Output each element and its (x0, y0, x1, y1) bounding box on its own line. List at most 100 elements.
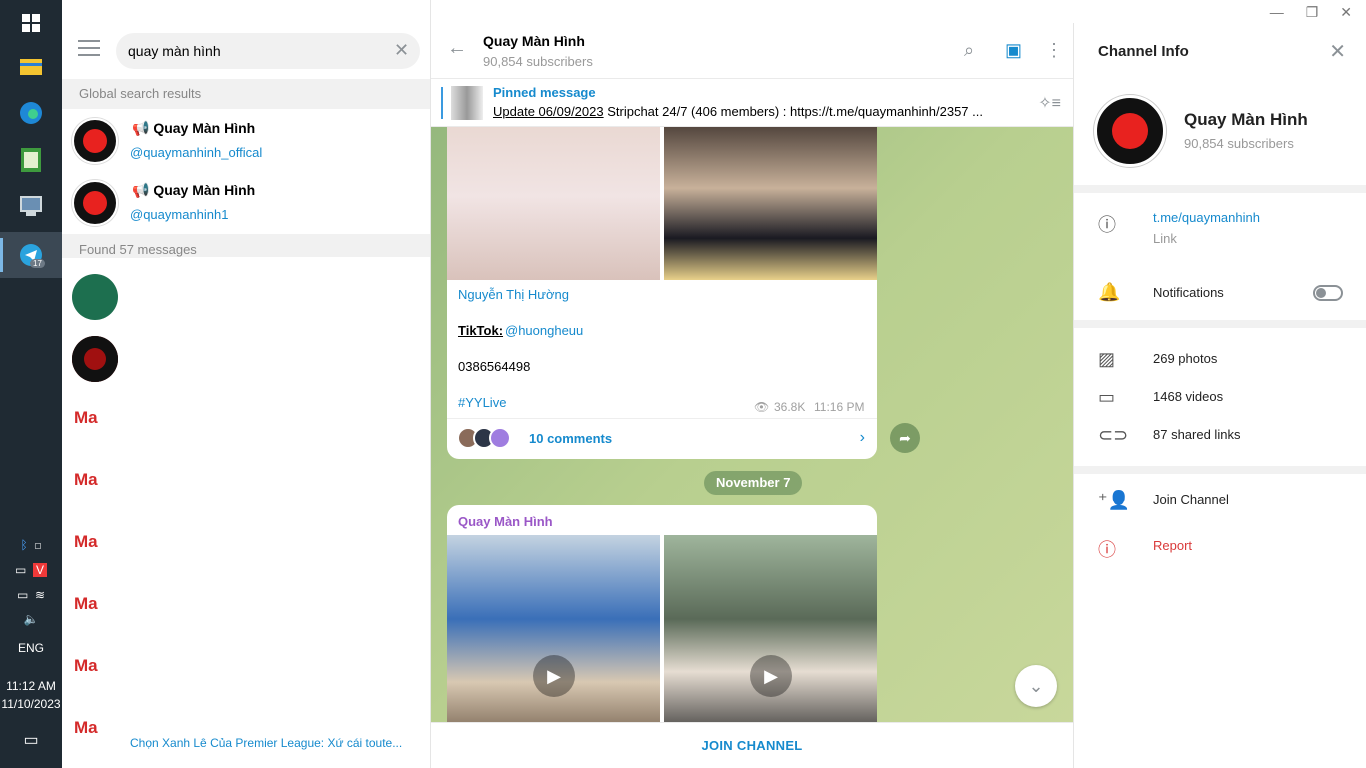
search-input[interactable] (116, 33, 420, 69)
result-name: 📢 Quay Màn Hình (132, 182, 256, 198)
pinned-indicator (441, 87, 443, 119)
channel-post: Quay Màn Hình ▶ ▶ (447, 505, 877, 745)
close-icon[interactable]: ✕ (1329, 39, 1346, 64)
battery-icon[interactable]: ▭ (17, 588, 28, 602)
photo-app-icon[interactable] (0, 183, 62, 229)
info-icon: ⓘ (1098, 215, 1116, 235)
volume-icon[interactable]: 🔈 (0, 612, 62, 626)
tablet-icon[interactable]: ▢ (34, 538, 41, 552)
redaction-overlay (160, 257, 430, 735)
restore-icon[interactable]: ❐ (1306, 4, 1319, 21)
pinned-rest-text: Stripchat 24/7 (406 members) : https://t… (603, 104, 983, 119)
share-icon[interactable]: ➦ (890, 423, 920, 453)
join-channel-button[interactable]: JOIN CHANNEL (431, 722, 1073, 768)
scroll-down-icon[interactable]: ⌄ (1015, 665, 1057, 707)
pinned-message-bar[interactable]: Pinned message Update 06/09/2023 Stripch… (431, 79, 1073, 127)
window-controls: — ❐ ✕ (1270, 4, 1352, 21)
telegram-taskbar-icon[interactable]: 17 (0, 232, 62, 278)
chat-header: ← Quay Màn Hình 90,854 subscribers ⌕ ▣ ⋮ (431, 23, 1073, 79)
hamburger-menu-icon[interactable] (78, 40, 100, 61)
view-count: 36.8K (774, 400, 806, 414)
pinned-date-text: Update 06/09/2023 (493, 104, 604, 119)
search-panel: ✕ Global search results 📢 Quay Màn Hình … (62, 0, 431, 768)
minimize-icon[interactable]: — (1270, 4, 1284, 21)
global-result-item[interactable]: 📢 Quay Màn Hình @quaymanhinh_offical (62, 110, 430, 172)
windows-start-icon[interactable] (0, 0, 62, 46)
notifications-label: Notifications (1153, 285, 1224, 300)
post-video[interactable] (447, 535, 660, 745)
spreadsheet-app-icon[interactable] (0, 137, 62, 183)
wifi-icon[interactable]: ≋ (35, 588, 45, 602)
windows-taskbar: 17 ᛒ ▢ ▭ V ▭ ≋ 🔈 ENG 11:12 AM 11/10/2023… (0, 0, 62, 768)
telegram-unread-badge: 17 (30, 259, 45, 268)
tiktok-label: TikTok: (458, 323, 504, 338)
post-author[interactable]: Quay Màn Hình (458, 514, 553, 529)
pinned-text: Update 06/09/2023 Stripchat 24/7 (406 me… (493, 104, 1013, 119)
tray-icons-row3: ▭ ≋ (0, 588, 62, 602)
notification-center-icon[interactable]: ▭ (0, 730, 62, 750)
clock-time[interactable]: 11:12 AM (0, 679, 62, 693)
tray-icons-row1: ᛒ ▢ (0, 538, 62, 552)
result-name: 📢 Quay Màn Hình (132, 120, 256, 136)
channel-avatar-large[interactable] (1094, 95, 1166, 167)
close-window-icon[interactable]: ✕ (1340, 4, 1352, 21)
notifications-toggle[interactable] (1313, 285, 1343, 301)
more-options-icon[interactable]: ⋮ (1045, 40, 1063, 61)
channel-avatar (72, 118, 118, 164)
divider (1074, 185, 1366, 193)
videos-count[interactable]: 1468 videos (1153, 389, 1223, 404)
post-video[interactable] (664, 535, 877, 745)
add-user-icon: ⁺👤 (1098, 490, 1130, 510)
photos-icon: ▨ (1098, 349, 1116, 369)
chat-title[interactable]: Quay Màn Hình (483, 33, 585, 49)
desktop: 17 ᛒ ▢ ▭ V ▭ ≋ 🔈 ENG 11:12 AM 11/10/2023… (0, 0, 1366, 768)
network-drive-icon[interactable]: ▭ (15, 563, 26, 577)
search-icon[interactable]: ⌕ (964, 40, 974, 61)
pinned-label: Pinned message (493, 85, 596, 100)
bluetooth-icon[interactable]: ᛒ (20, 538, 27, 552)
post-name-link[interactable]: Nguyễn Thị Hường (458, 287, 569, 302)
clock-date[interactable]: 11/10/2023 (0, 697, 62, 711)
vivaldi-icon[interactable]: V (33, 563, 48, 577)
file-explorer-icon[interactable] (0, 43, 62, 89)
pinned-thumbnail (451, 86, 483, 120)
channel-link[interactable]: t.me/quaymanhinh (1153, 210, 1260, 225)
post-photo[interactable] (447, 113, 660, 280)
post-photo[interactable] (664, 113, 877, 280)
edge-browser-icon[interactable] (0, 90, 62, 136)
tiktok-handle-link[interactable]: @huongheuu (505, 323, 583, 338)
channel-avatar (72, 180, 118, 226)
comments-button[interactable]: 10 comments › (447, 418, 877, 458)
commenter-avatars (457, 427, 511, 449)
bell-icon: 🔔 (1098, 282, 1121, 302)
chat-avatar-text: Ma (74, 718, 98, 737)
date-separator: November 7 (704, 471, 803, 495)
play-icon[interactable]: ▶ (533, 655, 575, 697)
channel-subscribers: 90,854 subscribers (1184, 136, 1294, 151)
chat-avatar-text: Ma (74, 470, 98, 489)
clear-search-icon[interactable]: ✕ (394, 40, 409, 61)
divider (1074, 466, 1366, 474)
back-arrow-icon[interactable]: ← (447, 37, 467, 60)
hashtag-link[interactable]: #YYLive (458, 395, 506, 410)
global-result-item[interactable]: 📢 Quay Màn Hình @quaymanhinh1 (62, 172, 430, 234)
join-channel-link[interactable]: Join Channel (1153, 492, 1229, 507)
channel-post: Nguyễn Thị Hường TikTok: @huongheuu 0386… (447, 113, 877, 459)
chat-avatar (72, 336, 118, 382)
comments-count: 10 comments (529, 431, 613, 446)
report-link[interactable]: Report (1153, 538, 1192, 553)
chat-subscribers: 90,854 subscribers (483, 54, 593, 69)
global-results-header: Global search results (62, 79, 430, 109)
sidebar-toggle-icon[interactable]: ▣ (1005, 40, 1022, 61)
tray-icons-row2: ▭ V (0, 563, 62, 577)
chat-avatar-text: Ma (74, 532, 98, 551)
language-indicator[interactable]: ENG (0, 641, 62, 655)
photos-count[interactable]: 269 photos (1153, 351, 1217, 366)
shared-links-count[interactable]: 87 shared links (1153, 427, 1240, 442)
play-icon[interactable]: ▶ (750, 655, 792, 697)
result-handle: @quaymanhinh1 (130, 207, 229, 222)
result-handle: @quaymanhinh_offical (130, 145, 263, 160)
post-time: 11:16 PM (814, 400, 865, 414)
chevron-right-icon: › (859, 429, 865, 446)
pinned-list-icon[interactable]: ✧≡ (1038, 93, 1061, 113)
